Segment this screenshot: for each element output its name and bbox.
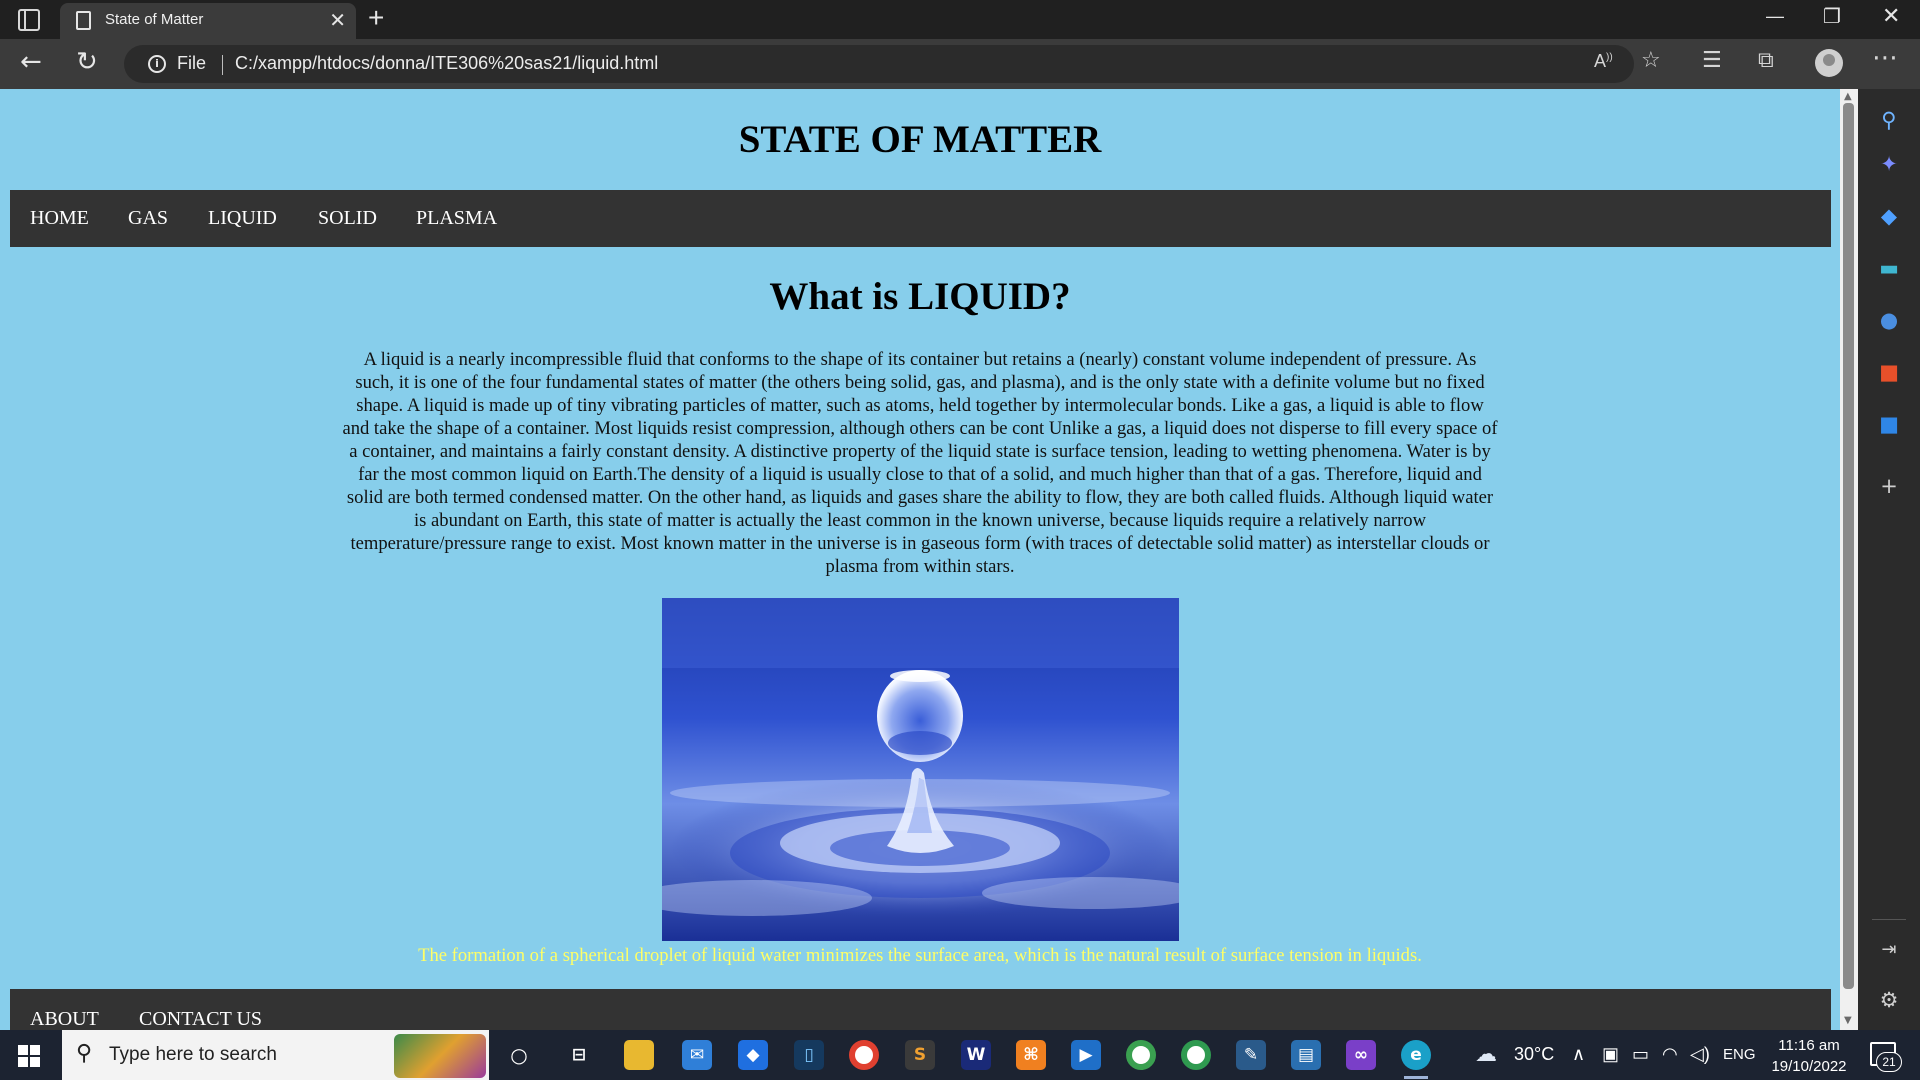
- windows-start-icon[interactable]: [18, 1045, 40, 1067]
- nav-plasma-link[interactable]: PLASMA: [416, 207, 497, 230]
- site-info-icon[interactable]: i: [148, 55, 166, 73]
- edge-sidebar: ⚲ ✦ ◆ ▬ ● ■ ■ + ⇥ ⚙: [1858, 89, 1920, 1030]
- hide-sidebar-icon[interactable]: ⇥: [1876, 937, 1902, 963]
- video-app-icon[interactable]: ▶: [1071, 1040, 1101, 1070]
- browser-titlebar: State of Matter ✕ + — ❐ ✕: [0, 0, 1920, 39]
- refresh-button[interactable]: ↻: [76, 47, 98, 77]
- tab-actions-icon[interactable]: [18, 9, 40, 31]
- database-tool-icon[interactable]: ✎: [1236, 1040, 1266, 1070]
- dropbox-icon[interactable]: ◆: [738, 1040, 768, 1070]
- outlook-icon[interactable]: ■: [1876, 411, 1902, 437]
- scroll-up-arrow[interactable]: ▲: [1844, 91, 1852, 102]
- site-title: STATE OF MATTER: [738, 118, 1102, 161]
- new-tab-button[interactable]: +: [368, 2, 384, 34]
- tools-icon[interactable]: ▬: [1876, 255, 1902, 281]
- edge-active-indicator: [1404, 1076, 1428, 1079]
- taskbar-search-box[interactable]: ⚲ Type here to search: [62, 1030, 489, 1080]
- footer-navigation: ABOUT CONTACT US: [10, 989, 1831, 1030]
- footer-about-link[interactable]: ABOUT: [30, 1008, 99, 1030]
- back-button[interactable]: ←: [20, 47, 42, 77]
- favorites-icon[interactable]: ☰: [1702, 48, 1722, 73]
- add-sidebar-app-icon[interactable]: +: [1876, 473, 1902, 499]
- sublime-text-icon[interactable]: S: [905, 1040, 935, 1070]
- nav-home-link[interactable]: HOME: [30, 207, 89, 230]
- add-favorite-icon[interactable]: ☆: [1641, 48, 1661, 73]
- read-aloud-icon[interactable]: A)): [1594, 51, 1613, 72]
- profile-avatar[interactable]: [1815, 49, 1843, 77]
- shopping-icon[interactable]: ◆: [1876, 203, 1902, 229]
- water-droplet-image: [662, 598, 1179, 941]
- chrome-icon[interactable]: [849, 1040, 879, 1070]
- nav-gas-link[interactable]: GAS: [128, 207, 168, 230]
- image-caption: The formation of a spherical droplet of …: [418, 945, 1422, 966]
- xampp-icon[interactable]: ⌘: [1016, 1040, 1046, 1070]
- page-heading: What is LIQUID?: [769, 275, 1071, 318]
- weather-temperature[interactable]: 30°C: [1514, 1044, 1554, 1065]
- chrome-profile-icon[interactable]: [1126, 1040, 1156, 1070]
- notification-count-badge: 21: [1876, 1052, 1902, 1072]
- page-viewport: STATE OF MATTER HOME GAS LIQUID SOLID PL…: [0, 89, 1840, 1030]
- top-navigation: HOME GAS LIQUID SOLID PLASMA: [10, 190, 1831, 247]
- weather-icon[interactable]: ☁: [1475, 1041, 1497, 1067]
- tab-close-button[interactable]: ✕: [329, 8, 346, 33]
- show-hidden-icons[interactable]: ∧: [1572, 1044, 1585, 1065]
- scroll-thumb[interactable]: [1843, 103, 1854, 989]
- close-window-icon[interactable]: ✕: [1882, 3, 1900, 29]
- tab-title: State of Matter: [105, 11, 204, 28]
- mail-icon[interactable]: ✉: [682, 1040, 712, 1070]
- taskbar-search-placeholder: Type here to search: [109, 1044, 277, 1065]
- clock-date: 19/10/2022: [1771, 1058, 1847, 1075]
- sidebar-settings-icon[interactable]: ⚙: [1876, 987, 1902, 1013]
- address-separator: [222, 55, 223, 75]
- discover-icon[interactable]: ✦: [1876, 151, 1902, 177]
- minimize-icon[interactable]: —: [1766, 6, 1784, 27]
- page-scrollbar[interactable]: ▲ ▼: [1840, 89, 1858, 1030]
- address-scheme: File: [177, 53, 207, 73]
- liquid-description: A liquid is a nearly incompressible flui…: [342, 349, 1498, 577]
- page-icon: [76, 11, 91, 30]
- chrome-profile-2-icon[interactable]: [1181, 1040, 1211, 1070]
- battery-icon[interactable]: ▭: [1632, 1044, 1649, 1065]
- browser-tab[interactable]: State of Matter ✕: [60, 3, 356, 39]
- app-icon[interactable]: ▯: [794, 1040, 824, 1070]
- search-icon[interactable]: ⚲: [1876, 107, 1902, 133]
- visual-studio-icon[interactable]: ∞: [1346, 1040, 1376, 1070]
- restore-icon[interactable]: ❐: [1823, 4, 1841, 29]
- meet-now-icon[interactable]: ▣: [1602, 1044, 1619, 1065]
- address-bar[interactable]: i File C:/xampp/htdocs/donna/ITE306%20sa…: [124, 45, 1634, 83]
- edge-icon[interactable]: e: [1401, 1040, 1431, 1070]
- volume-icon[interactable]: ◁): [1690, 1044, 1710, 1065]
- scroll-down-arrow[interactable]: ▼: [1844, 1015, 1852, 1026]
- address-url[interactable]: C:/xampp/htdocs/donna/ITE306%20sas21/liq…: [235, 53, 658, 74]
- search-highlight-image: [394, 1034, 486, 1078]
- taskbar-search-icon: ⚲: [76, 1041, 93, 1066]
- browser-toolbar: ← ↻ i File C:/xampp/htdocs/donna/ITE306%…: [0, 39, 1920, 89]
- office-icon[interactable]: ■: [1876, 359, 1902, 385]
- input-language[interactable]: ENG: [1723, 1046, 1756, 1063]
- footer-contact-link[interactable]: CONTACT US: [139, 1008, 262, 1030]
- nav-liquid-link[interactable]: LIQUID: [208, 207, 277, 230]
- word-icon[interactable]: W: [961, 1040, 991, 1070]
- cortana-icon[interactable]: ○: [504, 1040, 534, 1070]
- sidebar-divider: [1872, 919, 1906, 920]
- control-panel-icon[interactable]: ▤: [1291, 1040, 1321, 1070]
- more-menu-icon[interactable]: ⋯: [1872, 43, 1898, 73]
- task-view-icon[interactable]: ⊟: [564, 1040, 594, 1070]
- wifi-icon[interactable]: ◠: [1662, 1044, 1678, 1065]
- system-clock[interactable]: 11:16 am 19/10/2022: [1767, 1035, 1851, 1077]
- games-icon[interactable]: ●: [1876, 307, 1902, 333]
- collections-icon[interactable]: ⧉: [1758, 48, 1774, 73]
- file-explorer-icon[interactable]: [624, 1040, 654, 1070]
- clock-time: 11:16 am: [1778, 1037, 1840, 1054]
- nav-solid-link[interactable]: SOLID: [318, 207, 377, 230]
- windows-taskbar: ⚲ Type here to search ○ ⊟ ✉ ◆ ▯ S W ⌘ ▶ …: [0, 1030, 1920, 1080]
